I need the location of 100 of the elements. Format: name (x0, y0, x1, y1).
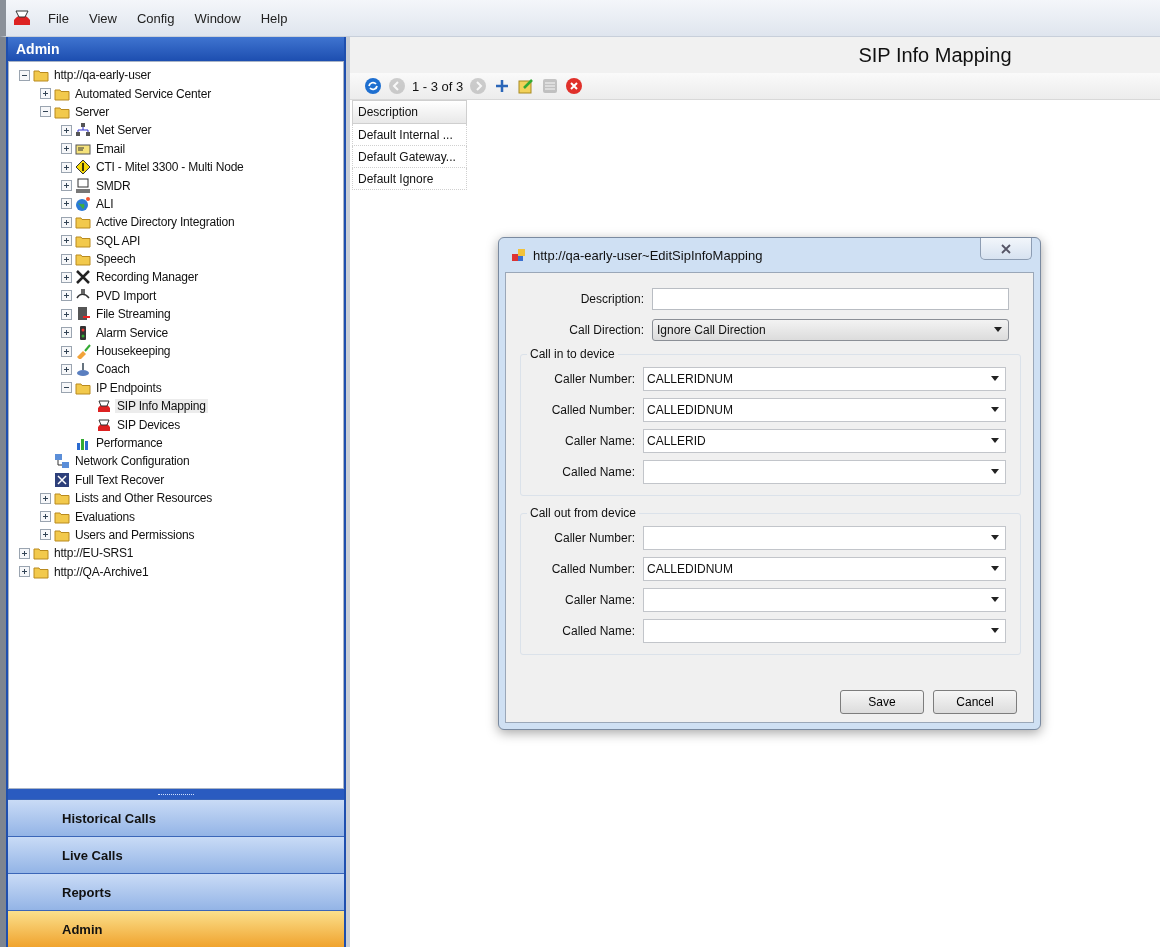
tree-item[interactable]: Active Directory Integration (94, 215, 237, 230)
dialog-button[interactable]: Save (840, 690, 924, 714)
combo-field[interactable]: CALLEDIDNUM (643, 556, 1006, 581)
tree-item[interactable]: IP Endpoints (94, 380, 164, 395)
page-title: SIP Info Mapping (858, 43, 1012, 67)
field-label: Called Number: (550, 561, 636, 576)
expand-toggle[interactable] (61, 272, 72, 283)
field-label: Caller Name: (563, 592, 636, 607)
combo-field[interactable]: CALLEDIDNUM (643, 397, 1006, 422)
collapse-toggle[interactable] (40, 106, 51, 118)
tree-item[interactable]: SMDR (94, 178, 133, 193)
expand-toggle[interactable] (40, 529, 51, 541)
menu-item[interactable]: Window (186, 8, 249, 28)
close-button[interactable] (980, 238, 1032, 260)
caret-icon (991, 535, 999, 540)
tree-item[interactable]: Network Configuration (73, 454, 192, 469)
menu-item[interactable]: File (40, 8, 77, 28)
tree-item[interactable]: SQL API (94, 233, 143, 248)
tree-item[interactable]: Evaluations (73, 509, 137, 524)
expand-toggle[interactable] (40, 88, 51, 100)
expand-toggle[interactable] (61, 253, 72, 265)
call-direction-dropdown[interactable]: Ignore Call Direction (652, 318, 1009, 341)
collapse-toggle[interactable] (19, 69, 30, 81)
tree-item[interactable]: Housekeeping (94, 344, 173, 359)
tree-item[interactable]: Automated Service Center (73, 86, 213, 101)
nav-button[interactable]: Reports (8, 873, 344, 910)
nav-button[interactable]: Historical Calls (8, 799, 344, 836)
phone-icon (96, 398, 112, 415)
menu-item[interactable]: Help (252, 8, 296, 28)
table-cell[interactable]: Default Internal ... (352, 124, 467, 146)
collapse-toggle[interactable] (61, 382, 72, 394)
field-label: Description: (579, 291, 645, 306)
combo-field[interactable]: CALLERIDNUM (643, 366, 1006, 391)
panel-title: Admin (8, 37, 344, 61)
tree-item[interactable]: File Streaming (94, 307, 173, 322)
group-title: Call out from device (529, 506, 638, 520)
expand-toggle[interactable] (61, 198, 72, 210)
folder-icon (33, 545, 49, 562)
tree-item[interactable]: Email (94, 141, 127, 156)
tree-item[interactable]: Lists and Other Resources (73, 491, 215, 506)
expand-toggle[interactable] (61, 290, 72, 302)
folder-icon (75, 214, 91, 231)
tree-item[interactable]: Server (73, 104, 112, 119)
expand-toggle[interactable] (61, 124, 72, 136)
column-header[interactable]: Description (352, 100, 467, 124)
tree-item[interactable]: Users and Permissions (73, 527, 197, 542)
table-cell[interactable]: Default Gateway... (352, 146, 467, 168)
edit-icon[interactable] (517, 77, 536, 95)
expand-toggle[interactable] (61, 180, 72, 192)
expand-toggle[interactable] (19, 566, 30, 578)
menu-item[interactable]: View (80, 8, 125, 28)
delete-icon[interactable] (565, 77, 584, 95)
tree-item[interactable]: Coach (94, 362, 132, 377)
caret-icon (991, 566, 999, 571)
expand-toggle[interactable] (61, 363, 72, 375)
tree-item[interactable]: http://QA-Archive1 (52, 564, 151, 579)
folder-icon (33, 67, 49, 84)
caret-icon (991, 407, 999, 412)
tree-item[interactable]: CTI - Mitel 3300 - Multi Node (94, 160, 246, 175)
tree-item[interactable]: http://EU-SRS1 (52, 546, 136, 561)
expand-toggle[interactable] (40, 511, 51, 523)
tree-item[interactable]: PVD Import (94, 288, 159, 303)
tree-item[interactable]: SIP Info Mapping (115, 399, 208, 414)
expand-toggle[interactable] (61, 161, 72, 173)
expand-toggle[interactable] (19, 547, 30, 559)
nav-button[interactable]: Admin (8, 910, 344, 947)
tree-item[interactable]: SIP Devices (115, 417, 182, 432)
tree-item[interactable]: Alarm Service (94, 325, 171, 340)
tree-item[interactable]: http://qa-early-user (52, 68, 153, 83)
tree-item[interactable]: Recording Manager (94, 270, 200, 285)
expand-toggle[interactable] (61, 308, 72, 320)
expand-toggle[interactable] (61, 143, 72, 155)
description-field[interactable] (652, 287, 1009, 310)
combo-field[interactable] (643, 459, 1006, 484)
tree-item[interactable]: Full Text Recover (73, 472, 167, 487)
expand-toggle[interactable] (61, 235, 72, 247)
field-label: Called Name: (561, 623, 636, 638)
tree-item[interactable]: Net Server (94, 123, 154, 138)
dialog-button[interactable]: Cancel (933, 690, 1017, 714)
tree-item[interactable]: Performance (94, 436, 165, 450)
tree-item[interactable]: ALI (94, 196, 116, 211)
caret-icon (991, 628, 999, 633)
expand-toggle[interactable] (61, 216, 72, 228)
combo-field[interactable] (643, 618, 1006, 643)
combo-field[interactable] (643, 587, 1006, 612)
nav-button[interactable]: Live Calls (8, 836, 344, 873)
table-cell[interactable]: Default Ignore (352, 168, 467, 190)
network-computers-icon (54, 453, 70, 470)
expand-toggle[interactable] (61, 327, 72, 339)
computer-icon (75, 177, 91, 194)
combo-field[interactable] (643, 525, 1006, 550)
caret-icon (991, 469, 999, 474)
tree-item[interactable]: Speech (94, 252, 138, 267)
menu-item[interactable]: Config (128, 8, 183, 28)
expand-toggle[interactable] (40, 492, 51, 504)
refresh-icon[interactable] (364, 77, 382, 95)
expand-toggle[interactable] (61, 345, 72, 357)
splitter-handle[interactable] (8, 789, 344, 799)
combo-field[interactable]: CALLERID (643, 428, 1006, 453)
field-label: Caller Number: (553, 371, 636, 386)
